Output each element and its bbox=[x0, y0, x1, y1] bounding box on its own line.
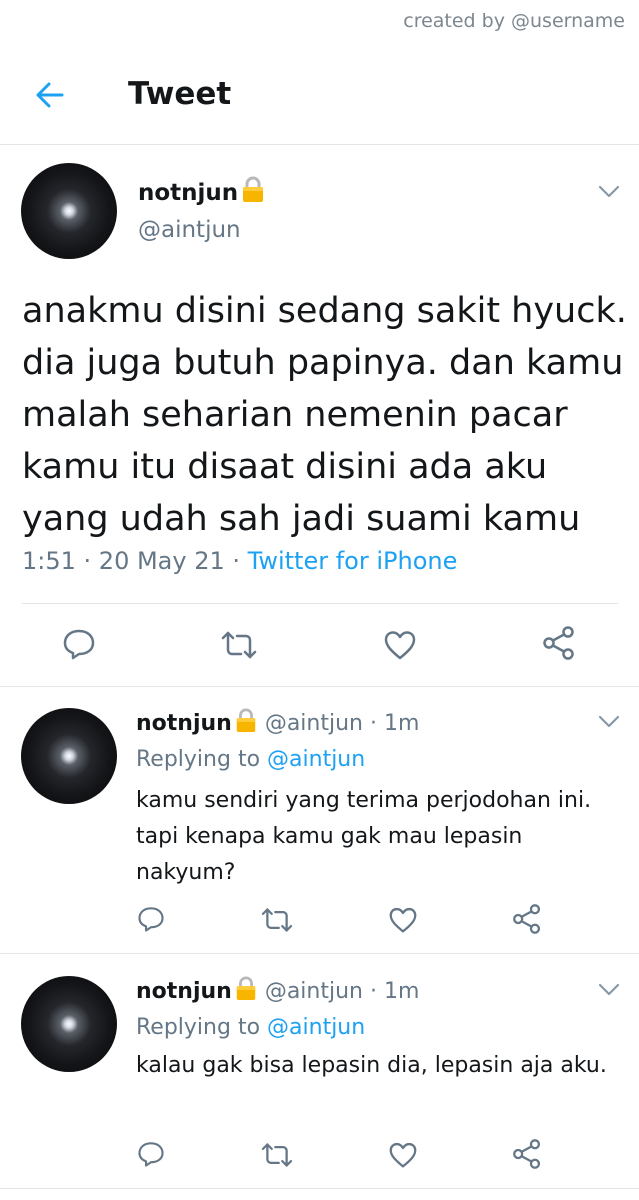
reply-tweet[interactable]: notnjun @aintjun · 1m Replying to @aintj… bbox=[0, 954, 639, 1188]
replying-to-handle[interactable]: @aintjun bbox=[267, 747, 365, 772]
replying-to: Replying to @aintjun bbox=[136, 1015, 365, 1040]
replying-to-handle[interactable]: @aintjun bbox=[267, 1015, 365, 1040]
tweet-time: 1:51 bbox=[22, 547, 76, 575]
reply-header: notnjun @aintjun · 1m bbox=[136, 975, 419, 1004]
like-icon[interactable] bbox=[383, 629, 417, 661]
meta-separator: · bbox=[224, 547, 248, 575]
creator-credit: created by @username bbox=[403, 10, 625, 32]
reply-text: kamu sendiri yang terima perjodohan ini.… bbox=[136, 788, 592, 885]
lock-icon bbox=[234, 707, 258, 733]
share-icon[interactable] bbox=[512, 903, 542, 935]
reply-icon[interactable] bbox=[136, 905, 166, 933]
avatar[interactable] bbox=[21, 976, 117, 1072]
tweet-meta: 1:51 · 20 May 21 · Twitter for iPhone bbox=[22, 547, 457, 575]
chevron-down-icon[interactable] bbox=[598, 983, 620, 997]
reply-header: notnjun @aintjun · 1m bbox=[136, 707, 419, 736]
author-handle[interactable]: @aintjun bbox=[138, 217, 241, 243]
tweet-source[interactable]: Twitter for iPhone bbox=[248, 547, 458, 575]
retweet-icon[interactable] bbox=[220, 629, 258, 661]
author-name[interactable]: notnjun bbox=[138, 175, 266, 206]
main-tweet: notnjun @aintjun anakmu disini sedang sa… bbox=[0, 145, 639, 687]
meta-separator: · bbox=[75, 547, 99, 575]
replying-label: Replying to bbox=[136, 1015, 261, 1040]
back-button[interactable] bbox=[34, 80, 66, 110]
author-handle-time: @aintjun · 1m bbox=[264, 711, 420, 736]
retweet-icon[interactable] bbox=[260, 1141, 294, 1169]
divider bbox=[22, 603, 618, 604]
reply-icon[interactable] bbox=[136, 1140, 166, 1168]
author-name[interactable]: notnjun bbox=[136, 979, 232, 1004]
avatar[interactable] bbox=[21, 708, 117, 804]
reply-tweet[interactable]: notnjun @aintjun · 1m Replying to @aintj… bbox=[0, 687, 639, 953]
share-icon[interactable] bbox=[542, 625, 576, 661]
arrow-left-icon bbox=[36, 82, 64, 108]
avatar[interactable] bbox=[21, 163, 117, 259]
author-handle-time: @aintjun · 1m bbox=[264, 979, 420, 1004]
author-name-text: notnjun bbox=[138, 180, 239, 206]
top-bar: Tweet bbox=[0, 44, 639, 145]
lock-icon bbox=[234, 975, 258, 1001]
replying-label: Replying to bbox=[136, 747, 261, 772]
reply-icon[interactable] bbox=[62, 627, 96, 661]
like-icon[interactable] bbox=[388, 906, 418, 934]
author-name[interactable]: notnjun bbox=[136, 711, 232, 736]
tweet-date: 20 May 21 bbox=[98, 547, 225, 575]
retweet-icon[interactable] bbox=[260, 906, 294, 934]
chevron-down-icon[interactable] bbox=[598, 715, 620, 729]
divider bbox=[0, 1188, 639, 1189]
tweet-text: anakmu disini sedang sakit hyuck. dia ju… bbox=[22, 291, 627, 539]
replying-to: Replying to @aintjun bbox=[136, 747, 365, 772]
page-title: Tweet bbox=[128, 76, 232, 112]
like-icon[interactable] bbox=[388, 1141, 418, 1169]
chevron-down-icon[interactable] bbox=[598, 185, 620, 199]
lock-icon bbox=[240, 175, 266, 203]
reply-text: kalau gak bisa lepasin dia, lepasin aja … bbox=[136, 1053, 607, 1078]
share-icon[interactable] bbox=[512, 1138, 542, 1170]
